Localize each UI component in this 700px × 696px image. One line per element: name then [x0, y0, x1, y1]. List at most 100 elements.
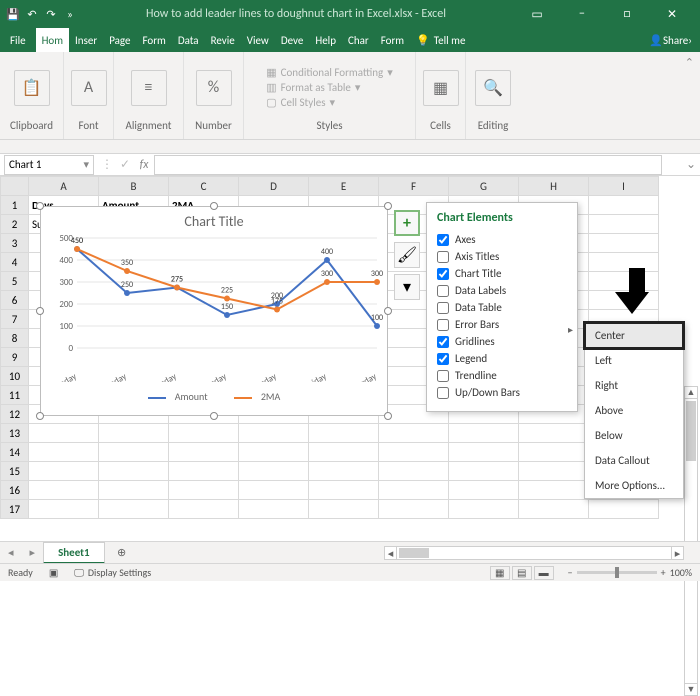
checkbox[interactable] — [437, 370, 449, 382]
row-header[interactable]: 6 — [1, 291, 29, 310]
row-header[interactable]: 14 — [1, 443, 29, 462]
cell[interactable] — [99, 481, 169, 500]
submenu-item[interactable]: Center — [585, 323, 683, 348]
cell[interactable] — [29, 481, 99, 500]
view-page-layout-icon[interactable]: ▤ — [512, 566, 532, 580]
col-header[interactable]: A — [29, 177, 99, 196]
cell[interactable] — [169, 500, 239, 519]
resize-handle[interactable] — [384, 307, 392, 315]
col-header[interactable]: G — [449, 177, 519, 196]
row-header[interactable]: 7 — [1, 310, 29, 329]
tell-me[interactable]: 💡Tell me — [410, 28, 471, 52]
font-icon[interactable]: A — [71, 70, 107, 106]
cell[interactable] — [99, 500, 169, 519]
checkbox[interactable] — [437, 336, 449, 348]
chart-legend[interactable]: Amount 2MA — [41, 386, 387, 407]
checkbox[interactable] — [437, 353, 449, 365]
row-header[interactable]: 4 — [1, 253, 29, 272]
zoom-in-button[interactable]: + — [661, 566, 666, 579]
resize-handle[interactable] — [36, 412, 44, 420]
cell[interactable] — [519, 481, 589, 500]
row-header[interactable]: 15 — [1, 462, 29, 481]
chart-element-item[interactable]: Chart Title — [437, 265, 567, 282]
select-all[interactable] — [1, 177, 29, 196]
submenu-item[interactable]: Above — [585, 398, 683, 423]
scroll-right-icon[interactable]: ▸ — [671, 547, 683, 559]
cell[interactable] — [239, 462, 309, 481]
resize-handle[interactable] — [210, 202, 218, 210]
cell[interactable] — [379, 424, 449, 443]
cell[interactable] — [589, 500, 659, 519]
chart-styles-button[interactable]: 🖌 — [394, 242, 420, 268]
ribbon-options-icon[interactable]: ▭ — [515, 0, 559, 28]
zoom-slider[interactable] — [577, 571, 657, 574]
horizontal-scrollbar[interactable]: ◂ ▸ — [384, 546, 684, 560]
view-normal-icon[interactable]: ▦ — [490, 566, 510, 580]
cell[interactable] — [29, 424, 99, 443]
zoom-out-button[interactable]: − — [568, 566, 573, 579]
cell[interactable] — [519, 462, 589, 481]
formula-bar[interactable] — [154, 155, 662, 175]
display-settings[interactable]: 🖵Display Settings — [66, 566, 159, 579]
cell[interactable] — [379, 481, 449, 500]
cell[interactable] — [309, 500, 379, 519]
cell[interactable] — [29, 500, 99, 519]
format-as-table[interactable]: ▥Format as Table ▾ — [266, 81, 393, 94]
cell[interactable] — [239, 424, 309, 443]
cell[interactable] — [519, 443, 589, 462]
resize-handle[interactable] — [36, 307, 44, 315]
cell[interactable] — [99, 443, 169, 462]
checkbox[interactable] — [437, 285, 449, 297]
chart-element-item[interactable]: Up/Down Bars — [437, 384, 567, 401]
cell[interactable] — [589, 234, 659, 253]
row-header[interactable]: 3 — [1, 234, 29, 253]
editing-icon[interactable]: 🔍 — [475, 70, 511, 106]
tab-formulas[interactable]: Form — [136, 28, 171, 52]
chart-element-item[interactable]: Legend — [437, 350, 567, 367]
redo-icon[interactable]: ↷ — [44, 7, 58, 21]
cell[interactable] — [379, 500, 449, 519]
qat-more-icon[interactable]: » — [63, 7, 77, 21]
scroll-thumb[interactable] — [399, 548, 429, 558]
row-header[interactable]: 10 — [1, 367, 29, 386]
close-button[interactable]: ✕ — [650, 0, 694, 28]
cell[interactable] — [169, 443, 239, 462]
cell[interactable] — [99, 424, 169, 443]
checkbox[interactable] — [437, 319, 449, 331]
cell[interactable] — [449, 424, 519, 443]
row-header[interactable]: 1 — [1, 196, 29, 215]
scroll-thumb[interactable] — [686, 401, 696, 461]
tab-review[interactable]: Revie — [205, 28, 241, 52]
record-macro-icon[interactable]: ▣ — [41, 566, 66, 579]
resize-handle[interactable] — [210, 412, 218, 420]
row-header[interactable]: 13 — [1, 424, 29, 443]
cell[interactable] — [449, 443, 519, 462]
cell[interactable] — [309, 462, 379, 481]
row-header[interactable]: 8 — [1, 329, 29, 348]
col-header[interactable]: E — [309, 177, 379, 196]
cell[interactable] — [449, 481, 519, 500]
number-icon[interactable]: % — [196, 70, 232, 106]
cell[interactable] — [309, 424, 379, 443]
cell[interactable] — [239, 500, 309, 519]
cell[interactable] — [589, 196, 659, 215]
sheet-nav-prev[interactable]: ◂ — [0, 546, 22, 559]
row-header[interactable]: 9 — [1, 348, 29, 367]
chart-element-item[interactable]: Trendline — [437, 367, 567, 384]
paste-icon[interactable]: 📋 — [14, 70, 50, 106]
row-header[interactable]: 12 — [1, 405, 29, 424]
sheet-tab[interactable]: Sheet1 — [43, 542, 105, 564]
submenu-item[interactable]: More Options... — [585, 473, 683, 498]
cell-styles[interactable]: ▢Cell Styles ▾ — [266, 96, 393, 109]
col-header[interactable]: B — [99, 177, 169, 196]
chart-element-item[interactable]: Gridlines — [437, 333, 567, 350]
cell[interactable] — [589, 215, 659, 234]
add-sheet-button[interactable]: ⊕ — [111, 546, 133, 559]
view-page-break-icon[interactable]: ▬ — [534, 566, 554, 580]
alignment-icon[interactable]: ≡ — [131, 70, 167, 106]
chart-object[interactable]: Chart Title 0100200300400500SundayMonday… — [40, 206, 388, 416]
cell[interactable] — [29, 462, 99, 481]
cells-icon[interactable]: ▦ — [423, 70, 459, 106]
cell[interactable] — [449, 462, 519, 481]
checkbox[interactable] — [437, 251, 449, 263]
